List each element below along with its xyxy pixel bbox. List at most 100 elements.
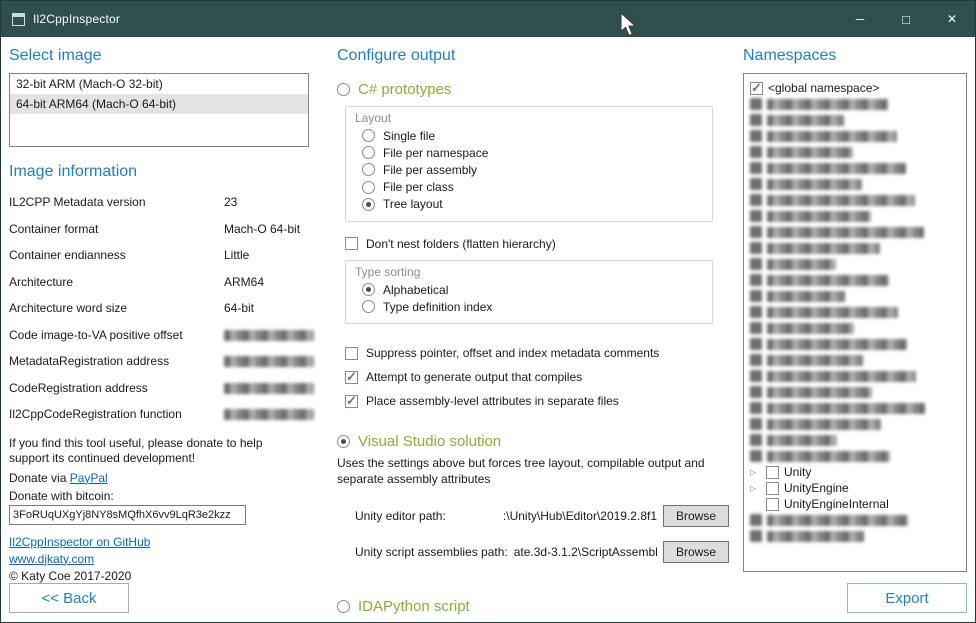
redacted-checkbox [750, 354, 762, 366]
window-controls: ─ □ ✕ [837, 1, 975, 37]
redacted-checkbox [750, 274, 762, 286]
namespace-item[interactable] [750, 400, 962, 416]
separate-attrs-checkbox-row[interactable]: Place assembly-level attributes in separ… [345, 394, 729, 408]
image-info-rows: IL2CPP Metadata version23Container forma… [9, 195, 309, 434]
website-link[interactable]: www.djkaty.com [9, 552, 309, 566]
minimize-button[interactable]: ─ [837, 1, 883, 37]
namespace-item[interactable] [750, 448, 962, 464]
redacted-value [224, 330, 314, 341]
redacted-namespace-label [767, 147, 853, 158]
namespaces-panel: Namespaces <global namespace>▷Unity▷Unit… [729, 43, 967, 613]
namespace-item[interactable] [750, 352, 962, 368]
namespace-item[interactable] [750, 208, 962, 224]
redacted-namespace-label [767, 291, 845, 302]
layout-option[interactable]: File per assembly [362, 161, 702, 178]
redacted-checkbox [750, 258, 762, 270]
browse-editor-button[interactable]: Browse [663, 505, 729, 527]
paypal-link[interactable]: PayPal [70, 471, 108, 485]
radio-icon [362, 283, 375, 296]
layout-groupbox: Layout Single fileFile per namespaceFile… [345, 106, 713, 222]
info-row: Code image-to-VA positive offset [9, 328, 309, 342]
redacted-checkbox [750, 386, 762, 398]
namespace-item[interactable] [750, 192, 962, 208]
csharp-prototypes-option[interactable]: C# prototypes [337, 81, 729, 98]
close-button[interactable]: ✕ [929, 1, 975, 37]
namespace-item[interactable] [750, 432, 962, 448]
namespace-checkbox[interactable] [766, 466, 779, 479]
info-row: Container endiannessLittle [9, 248, 309, 262]
redacted-checkbox [750, 226, 762, 238]
namespace-item[interactable]: UnityEngineInternal [750, 496, 962, 512]
redacted-checkbox [750, 514, 762, 526]
namespace-item[interactable] [750, 176, 962, 192]
github-link[interactable]: Il2CppInspector on GitHub [9, 535, 309, 549]
visual-studio-option[interactable]: Visual Studio solution [337, 433, 729, 450]
redacted-namespace-label [767, 163, 906, 174]
namespace-item[interactable] [750, 144, 962, 160]
image-list-item[interactable]: 32-bit ARM (Mach-O 32-bit) [10, 74, 308, 94]
expander-icon[interactable]: ▷ [750, 484, 761, 493]
titlebar[interactable]: Il2CppInspector ─ □ ✕ [1, 1, 975, 37]
type-sorting-option[interactable]: Type definition index [362, 298, 702, 315]
namespace-item[interactable] [750, 256, 962, 272]
redacted-checkbox [750, 306, 762, 318]
radio-icon [362, 129, 375, 142]
namespace-item[interactable] [750, 528, 962, 544]
maximize-button[interactable]: □ [883, 1, 929, 37]
namespace-item[interactable] [750, 320, 962, 336]
namespace-list[interactable]: <global namespace> ▷Unity▷UnityEngineUnit… [743, 73, 967, 572]
redacted-value [224, 409, 314, 420]
namespace-item[interactable] [750, 288, 962, 304]
browse-assemblies-button[interactable]: Browse [663, 541, 729, 563]
redacted-namespace-label [767, 307, 898, 318]
redacted-namespace-label [767, 531, 864, 542]
radio-icon [362, 163, 375, 176]
type-sorting-option[interactable]: Alphabetical [362, 281, 702, 298]
redacted-checkbox [750, 114, 762, 126]
namespace-item[interactable] [750, 272, 962, 288]
layout-option[interactable]: Tree layout [362, 196, 702, 213]
back-button[interactable]: << Back [9, 583, 129, 613]
namespace-item[interactable] [750, 112, 962, 128]
layout-option[interactable]: Single file [362, 127, 702, 144]
info-row: ArchitectureARM64 [9, 275, 309, 289]
redacted-namespace-label [767, 515, 908, 526]
layout-option[interactable]: File per namespace [362, 144, 702, 161]
namespace-checkbox[interactable] [750, 82, 763, 95]
layout-option[interactable]: File per class [362, 179, 702, 196]
namespace-item[interactable]: ▷Unity [750, 464, 962, 480]
attempt-compile-checkbox-row[interactable]: Attempt to generate output that compiles [345, 370, 729, 384]
bitcoin-address-input[interactable] [9, 505, 246, 525]
redacted-namespace-label [767, 243, 880, 254]
namespace-item[interactable] [750, 160, 962, 176]
info-value: Mach-O 64-bit [224, 222, 309, 236]
info-label: Code image-to-VA positive offset [9, 328, 224, 342]
export-button[interactable]: Export [847, 583, 967, 613]
checkbox-icon [345, 237, 358, 250]
namespace-item[interactable] [750, 512, 962, 528]
namespace-checkbox[interactable] [766, 498, 779, 511]
expander-icon[interactable]: ▷ [750, 468, 761, 477]
namespace-item[interactable] [750, 128, 962, 144]
namespace-item[interactable] [750, 304, 962, 320]
image-list[interactable]: 32-bit ARM (Mach-O 32-bit)64-bit ARM64 (… [9, 73, 309, 147]
info-label: Architecture [9, 275, 224, 289]
redacted-checkbox [750, 210, 762, 222]
donate-paypal-line: Donate via PayPal [9, 471, 309, 485]
namespace-item[interactable] [750, 336, 962, 352]
idapython-option[interactable]: IDAPython script [337, 598, 729, 615]
type-sorting-options: AlphabeticalType definition index [356, 281, 702, 315]
image-list-item[interactable]: 64-bit ARM64 (Mach-O 64-bit) [10, 94, 308, 114]
namespace-item[interactable]: ▷UnityEngine [750, 480, 962, 496]
namespace-item[interactable] [750, 224, 962, 240]
namespace-checkbox[interactable] [766, 482, 779, 495]
namespace-item[interactable] [750, 416, 962, 432]
namespace-item[interactable] [750, 368, 962, 384]
namespace-item[interactable]: <global namespace> [750, 80, 962, 96]
namespace-item[interactable] [750, 384, 962, 400]
namespace-item[interactable] [750, 240, 962, 256]
flatten-checkbox-row[interactable]: Don't nest folders (flatten hierarchy) [345, 237, 729, 251]
redacted-namespace-label [767, 131, 897, 142]
namespace-item[interactable] [750, 96, 962, 112]
suppress-checkbox-row[interactable]: Suppress pointer, offset and index metad… [345, 346, 729, 360]
